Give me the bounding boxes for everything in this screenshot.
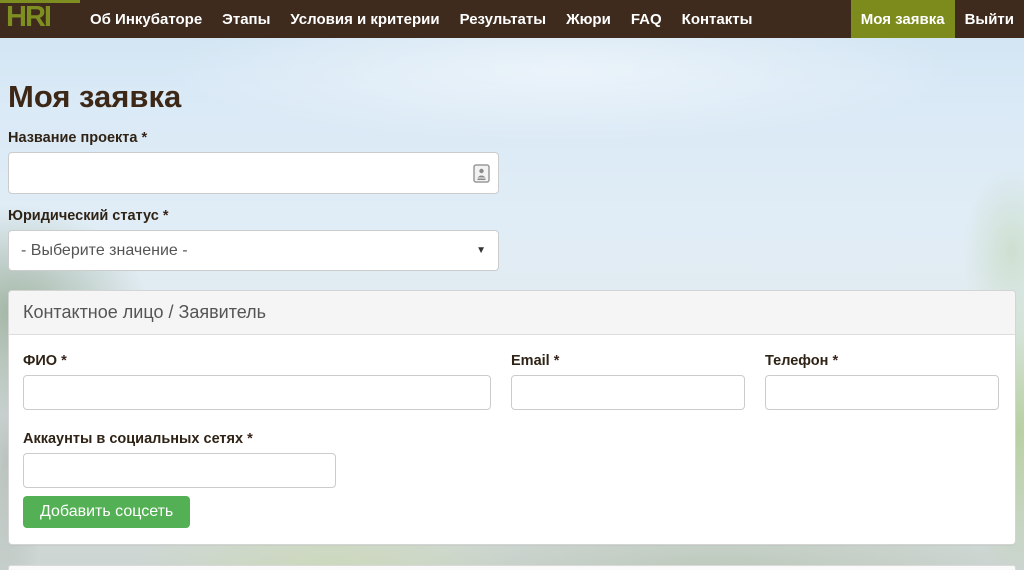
legal-status-selected-value: - Выберите значение - xyxy=(21,242,188,260)
site-logo[interactable]: HRI xyxy=(0,0,80,38)
required-marker: * xyxy=(247,431,253,447)
fio-input[interactable] xyxy=(23,375,491,410)
phone-field: Телефон * xyxy=(765,353,999,410)
fio-label-text: ФИО xyxy=(23,353,57,369)
next-section-edge xyxy=(8,565,1016,570)
fio-field: ФИО * xyxy=(23,353,491,410)
social-accounts-field: Аккаунты в социальных сетях * xyxy=(23,431,1001,488)
user-menu: Моя заявка Выйти xyxy=(851,0,1024,38)
nav-item-logout[interactable]: Выйти xyxy=(955,0,1024,38)
phone-label: Телефон * xyxy=(765,353,999,369)
social-accounts-label: Аккаунты в социальных сетях * xyxy=(23,431,1001,447)
required-marker: * xyxy=(554,353,560,369)
social-accounts-input[interactable] xyxy=(23,453,336,488)
required-marker: * xyxy=(61,353,67,369)
top-navbar: HRI Об Инкубаторе Этапы Условия и критер… xyxy=(0,0,1024,38)
email-field: Email * xyxy=(511,353,745,410)
main-menu: Об Инкубаторе Этапы Условия и критерии Р… xyxy=(80,0,762,38)
application-form: Моя заявка Название проекта * Юридически… xyxy=(8,38,1016,545)
fieldset-legend: Контактное лицо / Заявитель xyxy=(9,291,1015,335)
contact-autofill-icon[interactable] xyxy=(473,164,490,183)
legal-status-select[interactable]: - Выберите значение - ▼ xyxy=(8,230,499,271)
phone-input[interactable] xyxy=(765,375,999,410)
project-name-label: Название проекта * xyxy=(8,130,1016,146)
phone-label-text: Телефон xyxy=(765,353,828,369)
contact-person-fieldset: Контактное лицо / Заявитель ФИО * Email … xyxy=(8,290,1016,545)
nav-item-about-incubator[interactable]: Об Инкубаторе xyxy=(80,0,212,38)
nav-item-jury[interactable]: Жюри xyxy=(556,0,621,38)
project-name-field: Название проекта * xyxy=(8,130,1016,194)
nav-item-my-application[interactable]: Моя заявка xyxy=(851,0,955,38)
nav-item-faq[interactable]: FAQ xyxy=(621,0,672,38)
legal-status-label-text: Юридический статус xyxy=(8,208,159,224)
social-accounts-label-text: Аккаунты в социальных сетях xyxy=(23,431,243,447)
email-label: Email * xyxy=(511,353,745,369)
nav-item-conditions-criteria[interactable]: Условия и критерии xyxy=(280,0,449,38)
page-title: Моя заявка xyxy=(8,79,1016,115)
email-label-text: Email xyxy=(511,353,550,369)
email-input[interactable] xyxy=(511,375,745,410)
required-marker: * xyxy=(163,208,169,224)
nav-item-results[interactable]: Результаты xyxy=(450,0,556,38)
required-marker: * xyxy=(832,353,838,369)
nav-item-contacts[interactable]: Контакты xyxy=(672,0,763,38)
fio-label: ФИО * xyxy=(23,353,491,369)
required-marker: * xyxy=(141,130,147,146)
legal-status-field: Юридический статус * - Выберите значение… xyxy=(8,208,1016,271)
project-name-label-text: Название проекта xyxy=(8,130,137,146)
chevron-down-icon: ▼ xyxy=(476,245,486,256)
add-social-button[interactable]: Добавить соцсеть xyxy=(23,496,190,528)
project-name-input[interactable] xyxy=(8,152,499,194)
fieldset-body: ФИО * Email * Телефон * Аккаунты в социа… xyxy=(9,335,1015,544)
legal-status-label: Юридический статус * xyxy=(8,208,1016,224)
nav-item-stages[interactable]: Этапы xyxy=(212,0,280,38)
